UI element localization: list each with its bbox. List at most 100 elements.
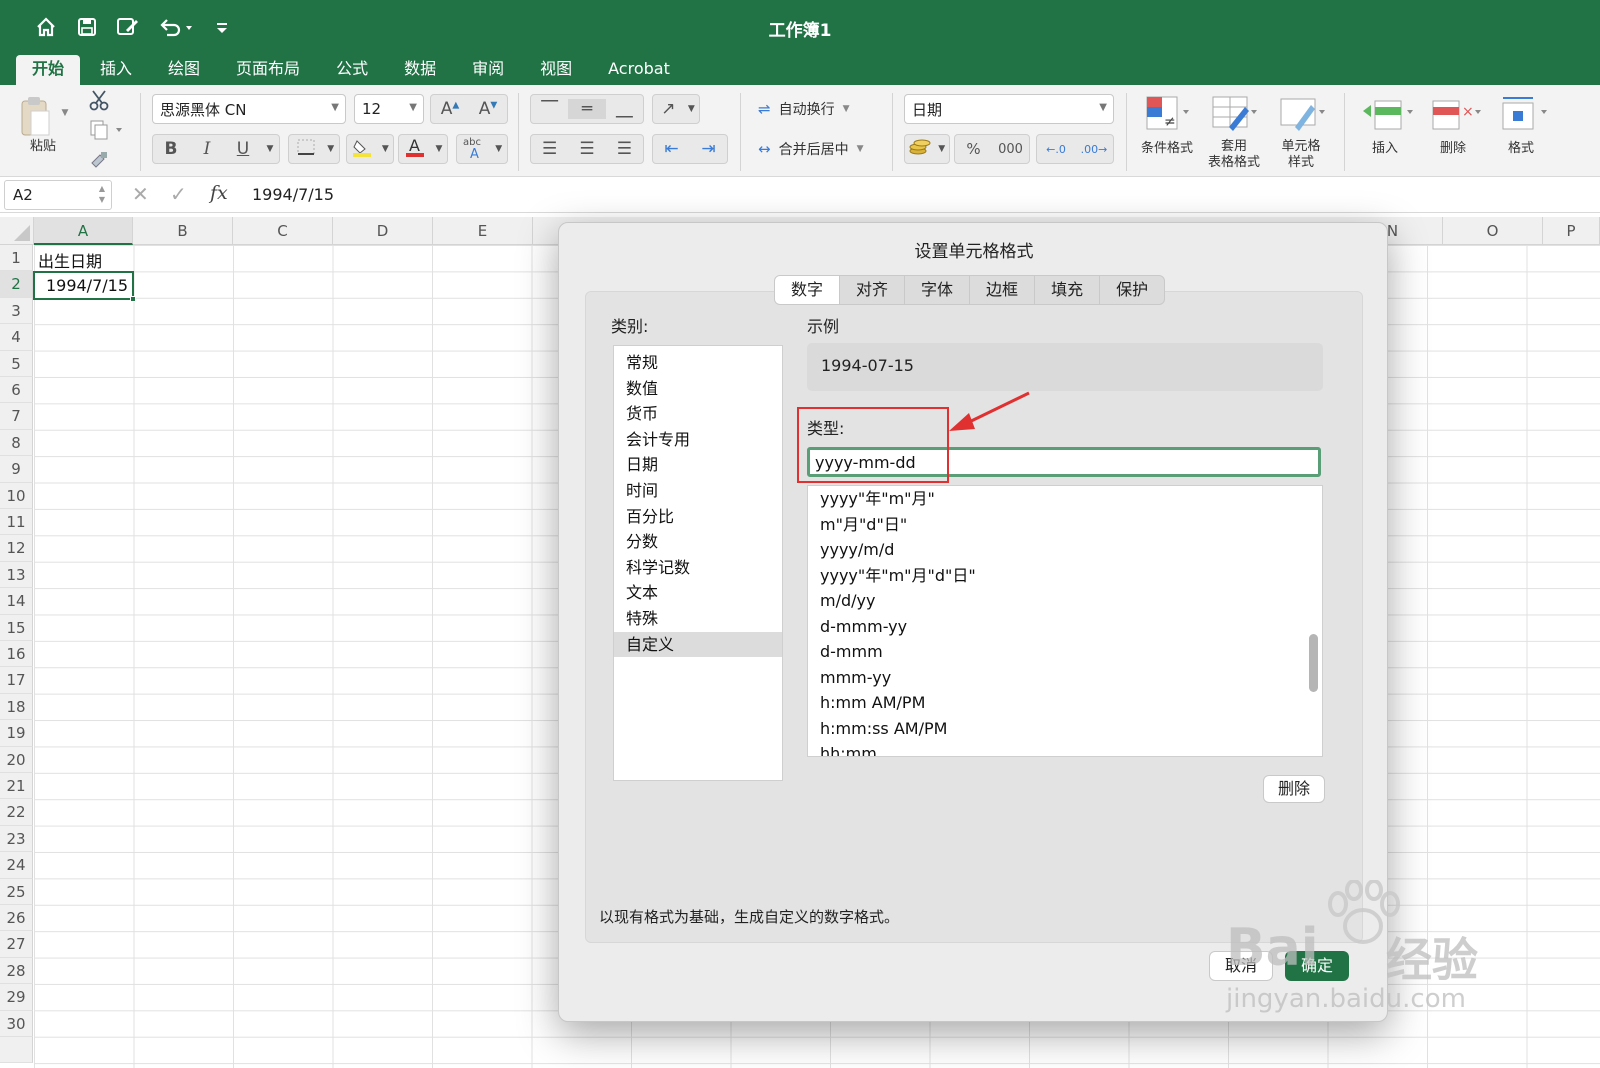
column-header-e[interactable]: E [433,217,533,245]
format-item[interactable]: hh:mm [808,741,1322,756]
row-header[interactable]: 26 [0,905,33,932]
tab-protection[interactable]: 保护 [1100,276,1164,304]
copy-icon[interactable] [86,117,126,143]
fill-handle[interactable] [130,296,136,302]
row-header[interactable]: 5 [0,350,33,377]
row-header[interactable]: 4 [0,324,33,351]
row-header[interactable]: 15 [0,614,33,641]
category-item-general[interactable]: 常规 [614,350,782,376]
format-item[interactable]: d-mmm [808,639,1322,665]
category-item-special[interactable]: 特殊 [614,606,782,632]
row-header[interactable]: 29 [0,984,33,1011]
cell-styles-icon[interactable] [1272,91,1332,135]
category-item-date[interactable]: 日期 [614,452,782,478]
row-header[interactable]: 10 [0,482,33,509]
row-header[interactable]: 20 [0,746,33,773]
insert-function-icon[interactable]: fx [210,182,228,204]
row-header[interactable]: 18 [0,693,33,721]
row-header[interactable]: 25 [0,878,33,905]
format-list-scrollbar[interactable] [1309,634,1318,692]
decrease-decimal-icon[interactable]: .00→ [1075,143,1113,156]
format-as-table-icon[interactable] [1204,91,1264,135]
tab-font[interactable]: 字体 [905,276,971,304]
format-item[interactable]: h:mm:ss AM/PM [808,716,1322,742]
wrap-text-button[interactable]: ⇌ 自动换行 ▼ [758,97,882,121]
format-item[interactable]: h:mm AM/PM [808,690,1322,716]
formula-input[interactable]: 1994/7/15 [252,185,334,204]
row-header[interactable]: 23 [0,825,33,853]
align-left-icon[interactable]: ☰ [531,139,568,159]
tab-alignment[interactable]: 对齐 [840,276,906,304]
delete-format-button[interactable]: 删除 [1263,775,1325,803]
font-name-select[interactable]: 思源黑体 CN ▼ [152,94,346,124]
increase-decimal-icon[interactable]: ←.0 [1037,143,1075,156]
category-item-time[interactable]: 时间 [614,478,782,504]
percent-style-button[interactable]: % [955,140,992,158]
row-header[interactable]: 27 [0,931,33,958]
fill-color-button[interactable]: ▼ [346,134,394,164]
column-header-p[interactable]: P [1543,217,1600,245]
align-top-icon[interactable]: ⎺ [531,99,568,119]
tab-insert[interactable]: 插入 [84,55,148,85]
row-header[interactable]: 1 [0,245,33,272]
tab-formulas[interactable]: 公式 [320,55,384,85]
column-header-o[interactable]: O [1443,217,1543,245]
category-item-number[interactable]: 数值 [614,376,782,402]
format-painter-icon[interactable] [86,147,112,173]
category-item-percentage[interactable]: 百分比 [614,504,782,530]
row-header[interactable]: 28 [0,957,33,985]
category-item-custom[interactable]: 自定义 [614,631,782,658]
row-header[interactable]: 14 [0,588,33,615]
row-header[interactable]: 8 [0,429,33,457]
tab-acrobat[interactable]: Acrobat [592,55,686,85]
borders-button[interactable]: ▼ [288,134,340,164]
underline-dropdown-icon[interactable]: ▼ [261,144,279,154]
format-cells-icon[interactable] [1492,91,1554,135]
tab-fill[interactable]: 填充 [1035,276,1101,304]
format-item[interactable]: yyyy"年"m"月"d"日" [808,563,1322,589]
align-right-icon[interactable]: ☰ [606,139,643,159]
bold-icon[interactable]: B [153,139,189,159]
paste-dropdown-icon[interactable]: ▼ [58,105,72,121]
tab-border[interactable]: 边框 [970,276,1036,304]
category-item-accounting[interactable]: 会计专用 [614,427,782,453]
row-header[interactable]: 12 [0,535,33,562]
row-header[interactable]: 16 [0,641,33,668]
category-item-fraction[interactable]: 分数 [614,529,782,555]
phonetic-button[interactable]: abc A ▼ [456,134,508,164]
delete-cells-icon[interactable]: × [1424,91,1486,135]
name-box[interactable]: A2 ▲ ▼ [4,180,112,210]
conditional-format-icon[interactable]: ≠ [1138,91,1196,135]
paste-icon[interactable] [16,93,56,141]
row-header[interactable]: 24 [0,852,33,879]
align-middle-icon[interactable]: ═ [568,99,606,119]
cut-icon[interactable] [86,87,112,113]
confirm-entry-icon[interactable]: ✓ [170,182,187,206]
column-header-c[interactable]: C [233,217,333,245]
tab-view[interactable]: 视图 [524,55,588,85]
row-header[interactable]: 17 [0,667,33,694]
row-header[interactable]: 22 [0,799,33,826]
format-item[interactable]: m/d/yy [808,588,1322,614]
row-header[interactable]: 3 [0,297,33,325]
row-header[interactable]: 7 [0,403,33,430]
comma-style-button[interactable]: 000 [992,142,1029,157]
row-header[interactable]: 19 [0,720,33,747]
tab-review[interactable]: 审阅 [456,55,520,85]
format-item[interactable]: mmm-yy [808,665,1322,691]
tab-data[interactable]: 数据 [388,55,452,85]
row-header[interactable]: 9 [0,456,33,483]
cell-a1[interactable]: 出生日期 [38,248,102,272]
row-header[interactable]: 30 [0,1010,33,1037]
tab-draw[interactable]: 绘图 [152,55,216,85]
category-item-text[interactable]: 文本 [614,580,782,606]
select-all-corner[interactable] [0,217,34,245]
name-box-stepper-icon[interactable]: ▲ ▼ [99,183,105,205]
column-header-b[interactable]: B [133,217,233,245]
orientation-button[interactable]: ↗ ▼ [652,94,700,124]
cell-a2-selected[interactable]: 1994/7/15 [33,271,136,302]
row-header[interactable]: 21 [0,773,33,800]
format-list[interactable]: yyyy"年"m"月" m"月"d"日" yyyy/m/d yyyy"年"m"月… [807,485,1323,757]
format-item[interactable]: yyyy"年"m"月" [808,486,1322,512]
align-bottom-icon[interactable]: ⎽ [606,99,643,119]
